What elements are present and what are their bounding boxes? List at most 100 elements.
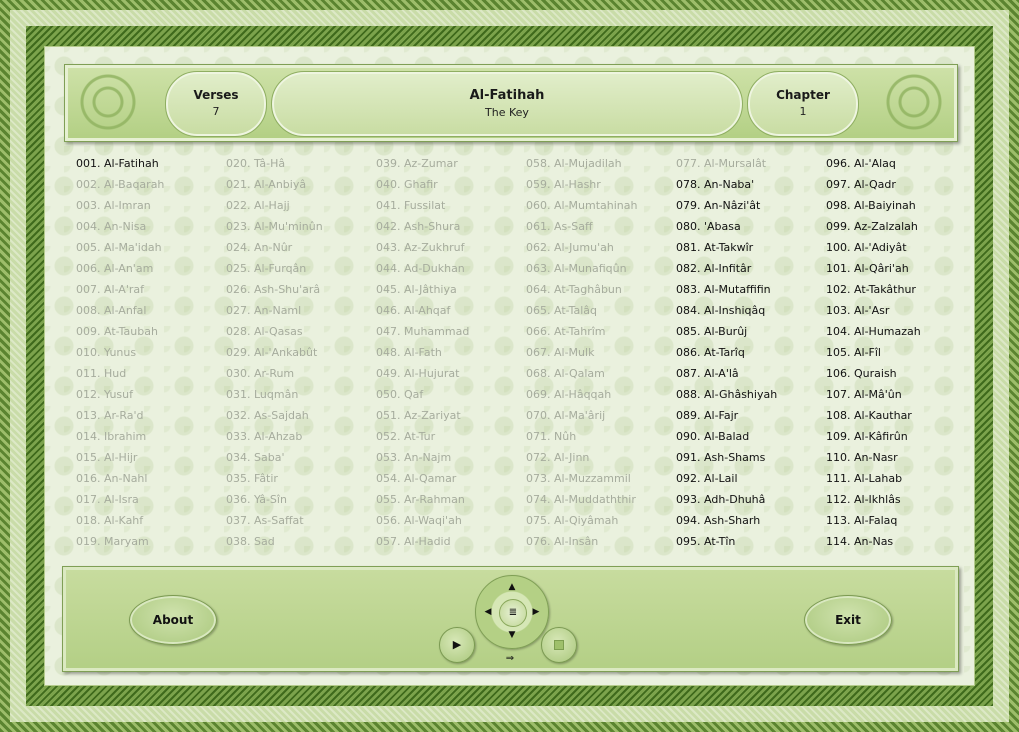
surah-item[interactable]: 046. Al-Ahqaf bbox=[376, 303, 450, 324]
surah-item[interactable]: 079. An-Nâzi'ât bbox=[676, 198, 760, 219]
surah-item[interactable]: 062. Al-Jumu'ah bbox=[526, 240, 614, 261]
surah-item[interactable]: 007. Al-A'raf bbox=[76, 282, 144, 303]
surah-item[interactable]: 104. Al-Humazah bbox=[826, 324, 921, 345]
surah-item[interactable]: 014. Ibrahim bbox=[76, 429, 146, 450]
surah-item[interactable]: 087. Al-A'lâ bbox=[676, 366, 739, 387]
surah-item[interactable]: 042. Ash-Shura bbox=[376, 219, 460, 240]
surah-item[interactable]: 013. Ar-Ra'd bbox=[76, 408, 143, 429]
surah-item[interactable]: 003. Al-Imran bbox=[76, 198, 151, 219]
list-menu-icon[interactable]: ≣ bbox=[499, 599, 527, 627]
surah-item[interactable]: 071. Nûh bbox=[526, 429, 576, 450]
surah-item[interactable]: 107. Al-Mâ'ûn bbox=[826, 387, 902, 408]
surah-item[interactable]: 075. Al-Qiyâmah bbox=[526, 513, 618, 534]
surah-item[interactable]: 057. Al-Hadid bbox=[376, 534, 451, 555]
surah-item[interactable]: 048. Al-Fath bbox=[376, 345, 442, 366]
surah-item[interactable]: 093. Adh-Dhuhâ bbox=[676, 492, 765, 513]
surah-item[interactable]: 012. Yusuf bbox=[76, 387, 133, 408]
surah-item[interactable]: 056. Al-Waqi'ah bbox=[376, 513, 462, 534]
surah-item[interactable]: 017. Al-Isra bbox=[76, 492, 139, 513]
surah-item[interactable]: 008. Al-Anfal bbox=[76, 303, 146, 324]
surah-item[interactable]: 050. Qaf bbox=[376, 387, 423, 408]
surah-item[interactable]: 080. 'Abasa bbox=[676, 219, 741, 240]
surah-item[interactable]: 096. Al-'Alaq bbox=[826, 156, 896, 177]
surah-item[interactable]: 106. Quraish bbox=[826, 366, 897, 387]
surah-item[interactable]: 034. Saba' bbox=[226, 450, 284, 471]
surah-item[interactable]: 112. Al-Ikhlâs bbox=[826, 492, 901, 513]
surah-item[interactable]: 054. Al-Qamar bbox=[376, 471, 456, 492]
stop-button[interactable] bbox=[541, 627, 577, 663]
about-button[interactable]: About bbox=[129, 595, 217, 645]
surah-item[interactable]: 114. An-Nas bbox=[826, 534, 893, 555]
surah-item[interactable]: 037. As-Saffat bbox=[226, 513, 304, 534]
surah-item[interactable]: 053. An-Najm bbox=[376, 450, 451, 471]
surah-item[interactable]: 063. Al-Munafiqûn bbox=[526, 261, 627, 282]
surah-item[interactable]: 005. Al-Ma'idah bbox=[76, 240, 162, 261]
surah-item[interactable]: 113. Al-Falaq bbox=[826, 513, 897, 534]
surah-item[interactable]: 101. Al-Qâri'ah bbox=[826, 261, 909, 282]
surah-item[interactable]: 111. Al-Lahab bbox=[826, 471, 902, 492]
surah-item[interactable]: 024. An-Nûr bbox=[226, 240, 292, 261]
surah-item[interactable]: 085. Al-Burûj bbox=[676, 324, 747, 345]
surah-item[interactable]: 067. Al-Mulk bbox=[526, 345, 594, 366]
surah-item[interactable]: 103. Al-'Asr bbox=[826, 303, 889, 324]
surah-item[interactable]: 069. Al-Hâqqah bbox=[526, 387, 611, 408]
surah-item[interactable]: 010. Yunus bbox=[76, 345, 136, 366]
surah-item[interactable]: 109. Al-Kâfirûn bbox=[826, 429, 908, 450]
next-arrow-icon[interactable]: ⇒ bbox=[503, 653, 517, 665]
surah-item[interactable]: 088. Al-Ghâshiyah bbox=[676, 387, 777, 408]
surah-item[interactable]: 011. Hud bbox=[76, 366, 126, 387]
surah-item[interactable]: 033. Al-Ahzab bbox=[226, 429, 302, 450]
surah-item[interactable]: 076. Al-Insân bbox=[526, 534, 598, 555]
surah-item[interactable]: 100. Al-'Adiyât bbox=[826, 240, 907, 261]
surah-item[interactable]: 021. Al-Anbiyâ bbox=[226, 177, 306, 198]
surah-item[interactable]: 026. Ash-Shu'arâ bbox=[226, 282, 320, 303]
surah-item[interactable]: 055. Ar-Rahman bbox=[376, 492, 465, 513]
surah-item[interactable]: 090. Al-Balad bbox=[676, 429, 749, 450]
arrow-right-icon[interactable]: ▶ bbox=[529, 605, 543, 619]
surah-item[interactable]: 077. Al-Mursalât bbox=[676, 156, 766, 177]
surah-item[interactable]: 068. Al-Qalam bbox=[526, 366, 605, 387]
surah-item[interactable]: 073. Al-Muzzammil bbox=[526, 471, 631, 492]
surah-item[interactable]: 006. Al-An'am bbox=[76, 261, 153, 282]
surah-item[interactable]: 065. At-Talâq bbox=[526, 303, 597, 324]
surah-item[interactable]: 028. Al-Qasas bbox=[226, 324, 303, 345]
surah-item[interactable]: 016. An-Nahl bbox=[76, 471, 147, 492]
surah-item[interactable]: 041. Fussilat bbox=[376, 198, 445, 219]
surah-item[interactable]: 098. Al-Baiyinah bbox=[826, 198, 916, 219]
surah-item[interactable]: 108. Al-Kauthar bbox=[826, 408, 912, 429]
surah-item[interactable]: 004. An-Nisa bbox=[76, 219, 146, 240]
surah-item[interactable]: 029. Al-'Ankabût bbox=[226, 345, 317, 366]
exit-button[interactable]: Exit bbox=[804, 595, 892, 645]
surah-item[interactable]: 060. Al-Mumtahinah bbox=[526, 198, 638, 219]
surah-item[interactable]: 022. Al-Hajj bbox=[226, 198, 290, 219]
surah-item[interactable]: 031. Luqmân bbox=[226, 387, 298, 408]
surah-item[interactable]: 001. Al-Fatihah bbox=[76, 156, 159, 177]
surah-item[interactable]: 092. Al-Lail bbox=[676, 471, 738, 492]
surah-item[interactable]: 002. Al-Baqarah bbox=[76, 177, 164, 198]
surah-item[interactable]: 064. At-Taghâbun bbox=[526, 282, 622, 303]
surah-item[interactable]: 023. Al-Mu'minûn bbox=[226, 219, 323, 240]
surah-item[interactable]: 097. Al-Qadr bbox=[826, 177, 896, 198]
surah-item[interactable]: 082. Al-Infitâr bbox=[676, 261, 751, 282]
surah-item[interactable]: 047. Muhammad bbox=[376, 324, 469, 345]
surah-item[interactable]: 036. Yâ-Sîn bbox=[226, 492, 287, 513]
surah-item[interactable]: 083. Al-Mutaffifin bbox=[676, 282, 771, 303]
surah-item[interactable]: 045. Al-Jâthiya bbox=[376, 282, 457, 303]
surah-item[interactable]: 018. Al-Kahf bbox=[76, 513, 143, 534]
surah-item[interactable]: 081. At-Takwîr bbox=[676, 240, 753, 261]
surah-item[interactable]: 040. Ghafir bbox=[376, 177, 438, 198]
surah-item[interactable]: 009. At-Taubah bbox=[76, 324, 158, 345]
surah-item[interactable]: 015. Al-Hijr bbox=[76, 450, 137, 471]
surah-item[interactable]: 032. As-Sajdah bbox=[226, 408, 309, 429]
surah-item[interactable]: 078. An-Naba' bbox=[676, 177, 754, 198]
surah-item[interactable]: 061. As-Saff bbox=[526, 219, 593, 240]
surah-item[interactable]: 051. Az-Zariyat bbox=[376, 408, 461, 429]
surah-item[interactable]: 038. Sad bbox=[226, 534, 275, 555]
surah-item[interactable]: 039. Az-Zumar bbox=[376, 156, 458, 177]
arrow-up-icon[interactable]: ▲ bbox=[505, 580, 519, 594]
surah-item[interactable]: 084. Al-Inshiqâq bbox=[676, 303, 765, 324]
surah-item[interactable]: 059. Al-Hashr bbox=[526, 177, 601, 198]
surah-item[interactable]: 044. Ad-Dukhan bbox=[376, 261, 465, 282]
surah-item[interactable]: 043. Az-Zukhruf bbox=[376, 240, 464, 261]
surah-item[interactable]: 099. Az-Zalzalah bbox=[826, 219, 918, 240]
